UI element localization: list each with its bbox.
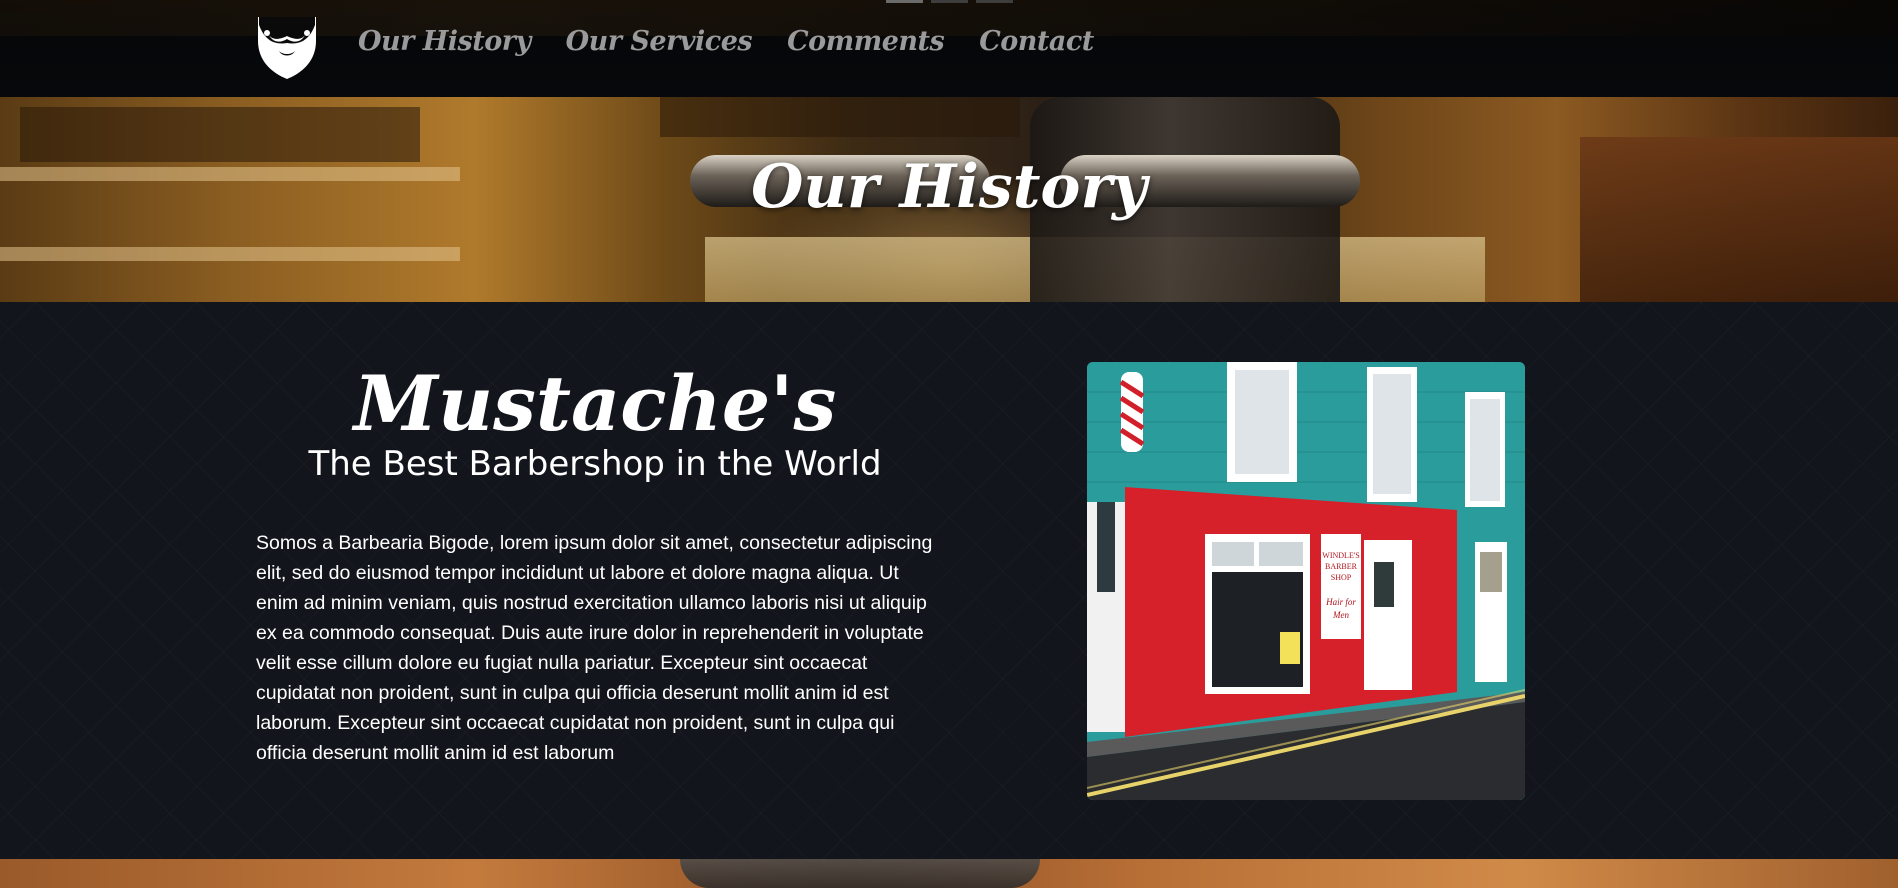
nav-link-contact[interactable]: Contact (979, 26, 1094, 57)
main-nav: Our History Our Services Comments Contac… (358, 26, 1094, 57)
about-section: Mustache's The Best Barbershop in the Wo… (0, 302, 1898, 859)
barbershop-photo: WINDLE'S BARBER SHOP Hair for Men (1087, 362, 1525, 800)
nav-link-our-history[interactable]: Our History (358, 26, 531, 57)
footer-banner-preview (0, 859, 1898, 888)
shop-sign-tagline: Hair for (1325, 597, 1356, 607)
brand-subtitle: The Best Barbershop in the World (308, 444, 882, 484)
top-navbar: Our History Our Services Comments Contac… (0, 0, 1898, 97)
shop-sign-text: SHOP (1331, 573, 1352, 582)
brand-title: Mustache's (353, 359, 837, 448)
shelf-bottles-decoration (660, 97, 1020, 137)
nav-link-our-services[interactable]: Our Services (566, 26, 753, 57)
shelf-decoration (0, 247, 460, 261)
slider-indicators (886, 0, 1013, 3)
slider-dot[interactable] (931, 0, 968, 3)
shop-sign-tagline: Men (1332, 610, 1349, 620)
hero-title: Our History (751, 152, 1147, 222)
shop-sign-text: WINDLE'S (1322, 551, 1359, 560)
slider-dot[interactable] (886, 0, 923, 3)
hero-banner: Our History (0, 97, 1898, 302)
beard-mustache-logo-icon[interactable] (255, 15, 319, 79)
clipper-decoration (680, 859, 1040, 888)
shop-sign-text: BARBER (1325, 562, 1358, 571)
nav-link-comments[interactable]: Comments (787, 26, 945, 57)
slider-dot[interactable] (976, 0, 1013, 3)
about-paragraph: Somos a Barbearia Bigode, lorem ipsum do… (256, 532, 933, 764)
